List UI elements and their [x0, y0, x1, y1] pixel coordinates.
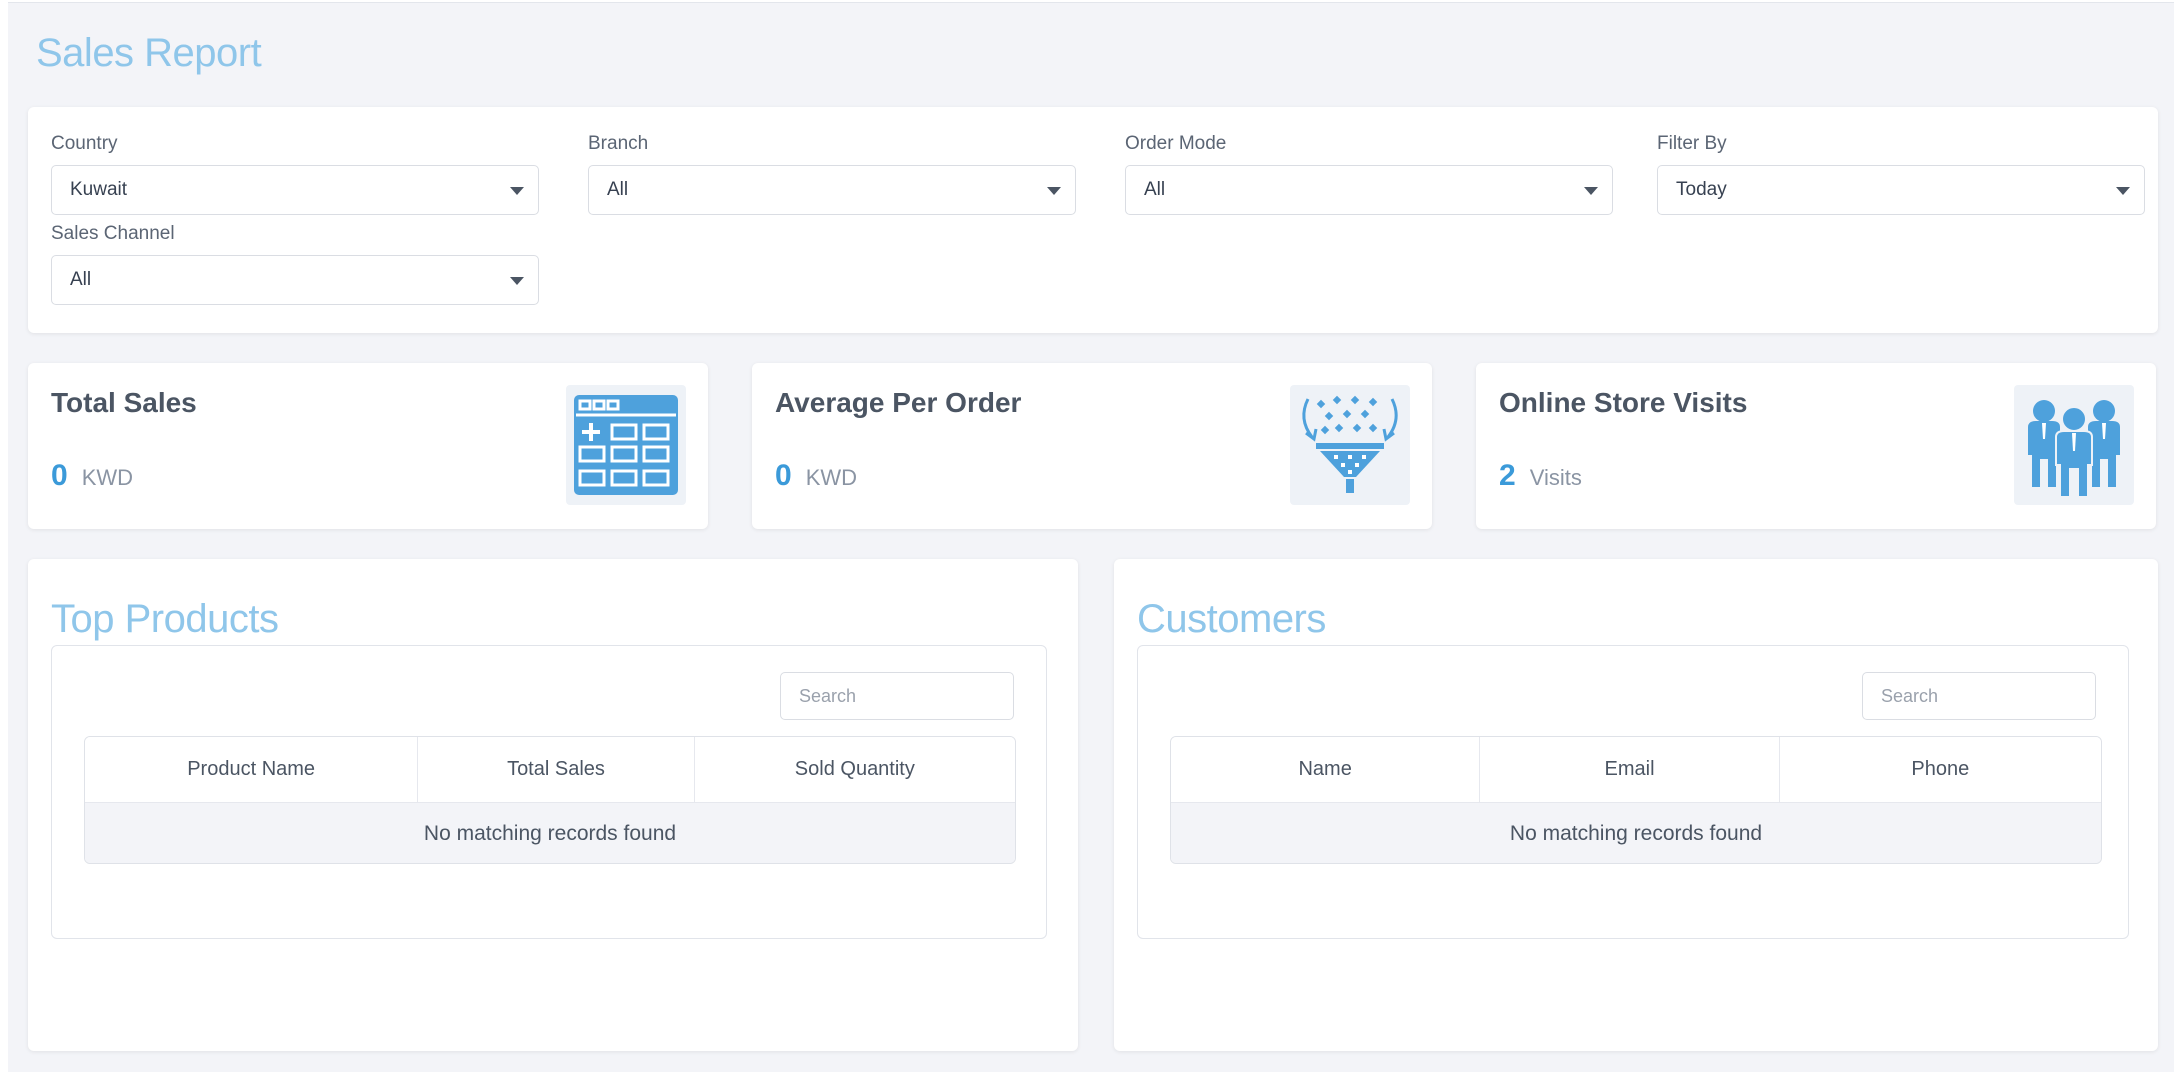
sales-channel-field: Sales Channel All	[51, 223, 539, 305]
country-select-value: Kuwait	[70, 179, 128, 200]
top-products-title: Top Products	[51, 597, 279, 641]
average-per-order-card: Average Per Order 0 KWD	[752, 363, 1432, 529]
branch-select[interactable]: All	[588, 165, 1076, 215]
sales-channel-select-value: All	[70, 269, 92, 290]
sales-channel-select[interactable]: All	[51, 255, 539, 305]
page-title: Sales Report	[36, 31, 262, 75]
top-products-table: Product Name Total Sales Sold Quantity N…	[84, 736, 1016, 864]
filters-card: Country Kuwait Branch All Order Mode All…	[28, 107, 2158, 333]
average-per-order-unit: KWD	[805, 465, 858, 490]
order-mode-select-value: All	[1144, 179, 1166, 200]
chevron-down-icon	[510, 187, 524, 195]
calculator-icon	[566, 385, 686, 505]
filter-by-field: Filter By Today	[1657, 133, 2145, 215]
customers-search-input[interactable]	[1862, 672, 2096, 720]
total-sales-card: Total Sales 0 KWD	[28, 363, 708, 529]
filter-by-label: Filter By	[1657, 133, 1727, 154]
table-header: Product Name Total Sales Sold Quantity	[85, 737, 1015, 803]
online-store-visits-card: Online Store Visits 2 Visits	[1476, 363, 2156, 529]
chevron-down-icon	[1047, 187, 1061, 195]
column-header-email[interactable]: Email	[1480, 737, 1780, 802]
total-sales-title: Total Sales	[51, 387, 197, 418]
top-products-table-container: Product Name Total Sales Sold Quantity N…	[51, 645, 1047, 939]
online-store-visits-value: 2 Visits	[1499, 459, 1582, 493]
top-products-search-input[interactable]	[780, 672, 1014, 720]
online-store-visits-unit: Visits	[1529, 465, 1582, 490]
branch-label: Branch	[588, 133, 649, 154]
chevron-down-icon	[1584, 187, 1598, 195]
people-icon	[2014, 385, 2134, 505]
average-per-order-title: Average Per Order	[775, 387, 1022, 418]
table-header: Name Email Phone	[1171, 737, 2101, 803]
customers-table-container: Name Email Phone No matching records fou…	[1137, 645, 2129, 939]
country-label: Country	[51, 133, 118, 154]
order-mode-field: Order Mode All	[1125, 133, 1613, 215]
order-mode-select[interactable]: All	[1125, 165, 1613, 215]
empty-message: No matching records found	[85, 803, 1015, 863]
column-header-product-name[interactable]: Product Name	[85, 737, 419, 802]
chevron-down-icon	[510, 277, 524, 285]
total-sales-number: 0	[51, 459, 68, 492]
order-mode-label: Order Mode	[1125, 133, 1227, 154]
branch-select-value: All	[607, 179, 629, 200]
customers-title: Customers	[1137, 597, 1326, 641]
empty-message: No matching records found	[1171, 803, 2101, 863]
chevron-down-icon	[2116, 187, 2130, 195]
country-field: Country Kuwait	[51, 133, 539, 215]
country-select[interactable]: Kuwait	[51, 165, 539, 215]
funnel-icon	[1290, 385, 1410, 505]
total-sales-unit: KWD	[81, 465, 134, 490]
column-header-sold-quantity[interactable]: Sold Quantity	[695, 737, 1015, 802]
column-header-name[interactable]: Name	[1171, 737, 1481, 802]
branch-field: Branch All	[588, 133, 1076, 215]
online-store-visits-number: 2	[1499, 459, 1516, 492]
average-per-order-value: 0 KWD	[775, 459, 857, 493]
average-per-order-number: 0	[775, 459, 792, 492]
filter-by-select[interactable]: Today	[1657, 165, 2145, 215]
customers-panel: Customers Name Email Phone No matching r…	[1114, 559, 2158, 1051]
total-sales-value: 0 KWD	[51, 459, 133, 493]
column-header-total-sales[interactable]: Total Sales	[418, 737, 695, 802]
page: Sales Report Country Kuwait Branch All O…	[8, 2, 2174, 1072]
sales-channel-label: Sales Channel	[51, 223, 175, 244]
column-header-phone[interactable]: Phone	[1780, 737, 2101, 802]
top-products-panel: Top Products Product Name Total Sales So…	[28, 559, 1078, 1051]
online-store-visits-title: Online Store Visits	[1499, 387, 1748, 418]
customers-table: Name Email Phone No matching records fou…	[1170, 736, 2102, 864]
filter-by-select-value: Today	[1676, 179, 1727, 200]
